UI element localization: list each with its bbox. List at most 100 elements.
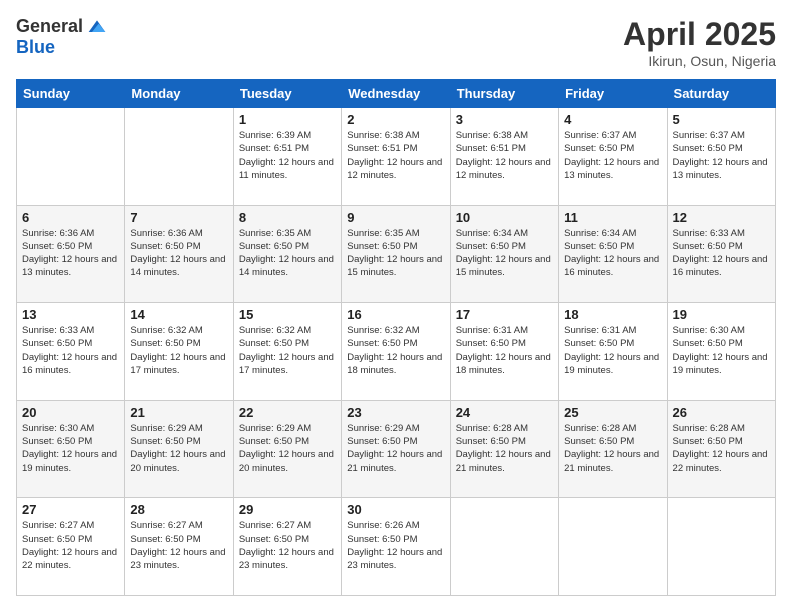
logo-icon [87,17,107,37]
day-info: Sunrise: 6:28 AMSunset: 6:50 PMDaylight:… [564,422,661,475]
day-number: 1 [239,112,336,127]
day-number: 27 [22,502,119,517]
day-number: 2 [347,112,444,127]
day-number: 30 [347,502,444,517]
calendar-week-2: 13 Sunrise: 6:33 AMSunset: 6:50 PMDayligh… [17,303,776,401]
calendar-cell: 18 Sunrise: 6:31 AMSunset: 6:50 PMDayligh… [559,303,667,401]
day-info: Sunrise: 6:30 AMSunset: 6:50 PMDaylight:… [22,422,119,475]
day-info: Sunrise: 6:34 AMSunset: 6:50 PMDaylight:… [456,227,553,280]
calendar-cell: 23 Sunrise: 6:29 AMSunset: 6:50 PMDayligh… [342,400,450,498]
calendar-week-1: 6 Sunrise: 6:36 AMSunset: 6:50 PMDaylight… [17,205,776,303]
calendar-cell: 10Sunrise: 6:34 AMSunset: 6:50 PMDayligh… [450,205,558,303]
day-number: 15 [239,307,336,322]
day-number: 11 [564,210,661,225]
header-tuesday: Tuesday [233,80,341,108]
day-number: 8 [239,210,336,225]
day-info: Sunrise: 6:26 AMSunset: 6:50 PMDaylight:… [347,519,444,572]
calendar-cell: 25 Sunrise: 6:28 AMSunset: 6:50 PMDayligh… [559,400,667,498]
month-title: April 2025 [623,16,776,53]
calendar-cell [125,108,233,206]
day-info: Sunrise: 6:35 AMSunset: 6:50 PMDaylight:… [239,227,336,280]
day-info: Sunrise: 6:38 AMSunset: 6:51 PMDaylight:… [456,129,553,182]
header-monday: Monday [125,80,233,108]
day-info: Sunrise: 6:31 AMSunset: 6:50 PMDaylight:… [564,324,661,377]
day-number: 6 [22,210,119,225]
header-friday: Friday [559,80,667,108]
day-number: 19 [673,307,770,322]
header-saturday: Saturday [667,80,775,108]
day-number: 25 [564,405,661,420]
calendar-cell: 15 Sunrise: 6:32 AMSunset: 6:50 PMDayligh… [233,303,341,401]
calendar-cell [450,498,558,596]
calendar-cell [559,498,667,596]
calendar-cell: 20 Sunrise: 6:30 AMSunset: 6:50 PMDayligh… [17,400,125,498]
calendar-cell: 3 Sunrise: 6:38 AMSunset: 6:51 PMDaylight… [450,108,558,206]
calendar-cell: 29 Sunrise: 6:27 AMSunset: 6:50 PMDayligh… [233,498,341,596]
day-number: 16 [347,307,444,322]
calendar-cell: 12Sunrise: 6:33 AMSunset: 6:50 PMDayligh… [667,205,775,303]
day-info: Sunrise: 6:29 AMSunset: 6:50 PMDaylight:… [239,422,336,475]
day-number: 26 [673,405,770,420]
day-info: Sunrise: 6:27 AMSunset: 6:50 PMDaylight:… [22,519,119,572]
day-info: Sunrise: 6:29 AMSunset: 6:50 PMDaylight:… [347,422,444,475]
day-number: 21 [130,405,227,420]
calendar-cell: 19 Sunrise: 6:30 AMSunset: 6:50 PMDayligh… [667,303,775,401]
header-wednesday: Wednesday [342,80,450,108]
logo-blue: Blue [16,37,55,58]
day-info: Sunrise: 6:27 AMSunset: 6:50 PMDaylight:… [130,519,227,572]
day-info: Sunrise: 6:28 AMSunset: 6:50 PMDaylight:… [673,422,770,475]
day-number: 18 [564,307,661,322]
calendar-cell [667,498,775,596]
location: Ikirun, Osun, Nigeria [623,53,776,69]
day-number: 13 [22,307,119,322]
calendar-cell [17,108,125,206]
day-number: 4 [564,112,661,127]
day-number: 14 [130,307,227,322]
day-number: 3 [456,112,553,127]
day-number: 24 [456,405,553,420]
day-info: Sunrise: 6:39 AMSunset: 6:51 PMDaylight:… [239,129,336,182]
day-info: Sunrise: 6:36 AMSunset: 6:50 PMDaylight:… [22,227,119,280]
day-info: Sunrise: 6:37 AMSunset: 6:50 PMDaylight:… [673,129,770,182]
header-sunday: Sunday [17,80,125,108]
day-number: 20 [22,405,119,420]
day-info: Sunrise: 6:38 AMSunset: 6:51 PMDaylight:… [347,129,444,182]
header-row: Sunday Monday Tuesday Wednesday Thursday… [17,80,776,108]
day-info: Sunrise: 6:30 AMSunset: 6:50 PMDaylight:… [673,324,770,377]
day-number: 7 [130,210,227,225]
day-info: Sunrise: 6:37 AMSunset: 6:50 PMDaylight:… [564,129,661,182]
day-info: Sunrise: 6:33 AMSunset: 6:50 PMDaylight:… [673,227,770,280]
day-number: 9 [347,210,444,225]
day-info: Sunrise: 6:27 AMSunset: 6:50 PMDaylight:… [239,519,336,572]
calendar-cell: 2 Sunrise: 6:38 AMSunset: 6:51 PMDaylight… [342,108,450,206]
calendar-cell: 9 Sunrise: 6:35 AMSunset: 6:50 PMDaylight… [342,205,450,303]
calendar-table: Sunday Monday Tuesday Wednesday Thursday… [16,79,776,596]
day-info: Sunrise: 6:36 AMSunset: 6:50 PMDaylight:… [130,227,227,280]
logo-text: General [16,16,107,37]
calendar-cell: 7 Sunrise: 6:36 AMSunset: 6:50 PMDaylight… [125,205,233,303]
calendar-cell: 17 Sunrise: 6:31 AMSunset: 6:50 PMDayligh… [450,303,558,401]
day-info: Sunrise: 6:32 AMSunset: 6:50 PMDaylight:… [239,324,336,377]
calendar-cell: 26 Sunrise: 6:28 AMSunset: 6:50 PMDayligh… [667,400,775,498]
calendar-week-3: 20 Sunrise: 6:30 AMSunset: 6:50 PMDayligh… [17,400,776,498]
day-number: 17 [456,307,553,322]
day-number: 29 [239,502,336,517]
calendar-cell: 11 Sunrise: 6:34 AMSunset: 6:50 PMDayligh… [559,205,667,303]
day-info: Sunrise: 6:32 AMSunset: 6:50 PMDaylight:… [130,324,227,377]
calendar-cell: 8 Sunrise: 6:35 AMSunset: 6:50 PMDaylight… [233,205,341,303]
day-number: 23 [347,405,444,420]
calendar-cell: 27 Sunrise: 6:27 AMSunset: 6:50 PMDayligh… [17,498,125,596]
title-block: April 2025 Ikirun, Osun, Nigeria [623,16,776,69]
calendar-cell: 13 Sunrise: 6:33 AMSunset: 6:50 PMDayligh… [17,303,125,401]
day-info: Sunrise: 6:34 AMSunset: 6:50 PMDaylight:… [564,227,661,280]
day-info: Sunrise: 6:31 AMSunset: 6:50 PMDaylight:… [456,324,553,377]
calendar-cell: 24Sunrise: 6:28 AMSunset: 6:50 PMDayligh… [450,400,558,498]
calendar-cell: 14 Sunrise: 6:32 AMSunset: 6:50 PMDayligh… [125,303,233,401]
calendar-week-0: 1 Sunrise: 6:39 AMSunset: 6:51 PMDaylight… [17,108,776,206]
calendar-week-4: 27 Sunrise: 6:27 AMSunset: 6:50 PMDayligh… [17,498,776,596]
day-info: Sunrise: 6:33 AMSunset: 6:50 PMDaylight:… [22,324,119,377]
day-info: Sunrise: 6:35 AMSunset: 6:50 PMDaylight:… [347,227,444,280]
calendar-cell: 21Sunrise: 6:29 AMSunset: 6:50 PMDayligh… [125,400,233,498]
calendar-cell: 5Sunrise: 6:37 AMSunset: 6:50 PMDaylight… [667,108,775,206]
header: General Blue April 2025 Ikirun, Osun, Ni… [16,16,776,69]
